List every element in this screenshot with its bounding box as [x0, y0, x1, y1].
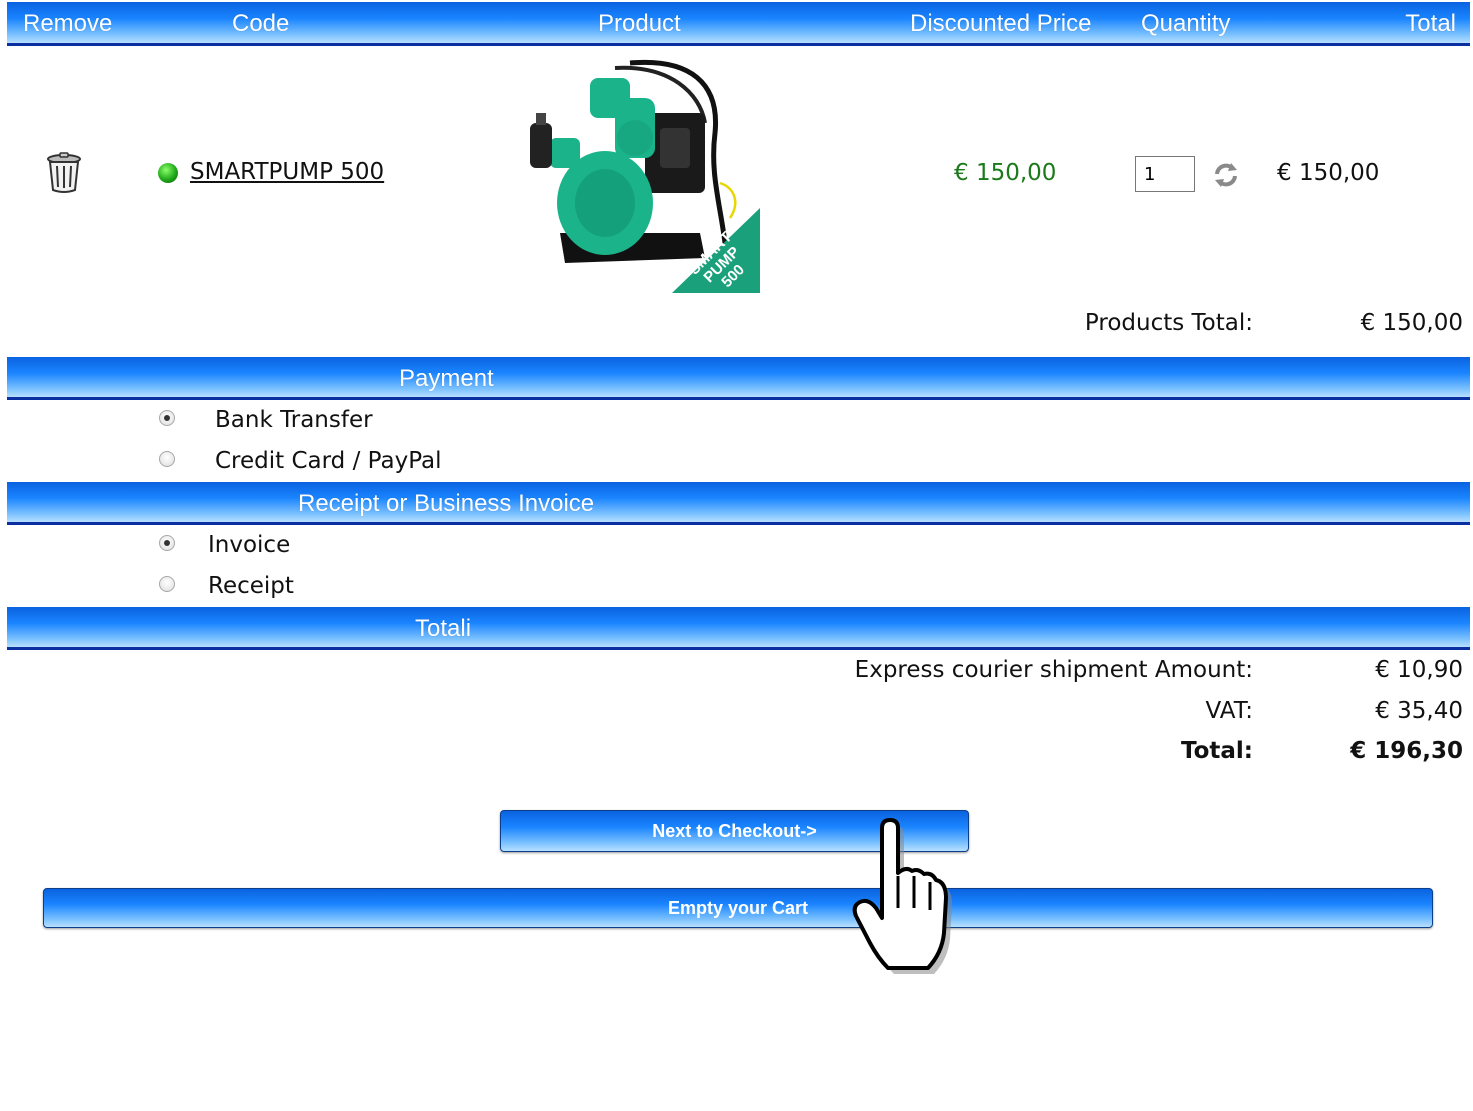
products-total-value: € 150,00 — [1360, 310, 1463, 336]
header-discounted-price: Discounted Price — [910, 10, 1092, 37]
grand-total-value: € 196,30 — [1350, 738, 1463, 764]
receipt-section-bar: Receipt or Business Invoice — [7, 482, 1470, 525]
grand-total-label: Total: — [1180, 738, 1253, 764]
product-image[interactable]: SMART PUMP 500 — [520, 53, 760, 293]
bank-transfer-radio[interactable] — [159, 410, 175, 426]
discounted-price: € 150,00 — [954, 160, 1057, 186]
trash-icon[interactable] — [46, 152, 82, 194]
payment-section-bar: Payment — [7, 357, 1470, 400]
empty-cart-button[interactable]: Empty your Cart — [43, 888, 1433, 928]
receipt-title: Receipt or Business Invoice — [298, 490, 595, 517]
bank-transfer-label[interactable]: Bank Transfer — [215, 407, 373, 433]
hand-pointer-icon — [848, 818, 960, 983]
shipment-value: € 10,90 — [1375, 657, 1463, 683]
shipment-label: Express courier shipment Amount: — [854, 657, 1253, 683]
invoice-radio[interactable] — [159, 535, 175, 551]
cart-header-bar: Remove Code Product Discounted Price Qua… — [7, 2, 1470, 46]
refresh-icon[interactable] — [1212, 161, 1240, 189]
totals-section-bar: Totali — [7, 607, 1470, 650]
quantity-input[interactable] — [1135, 156, 1195, 192]
item-total: € 150,00 — [1277, 160, 1380, 186]
payment-title: Payment — [399, 365, 494, 392]
header-total: Total — [1405, 10, 1456, 37]
receipt-radio[interactable] — [159, 576, 175, 592]
header-quantity: Quantity — [1141, 10, 1231, 37]
header-product: Product — [598, 10, 681, 37]
vat-label: VAT: — [1205, 698, 1253, 724]
green-dot-icon — [158, 163, 178, 183]
products-total-label: Products Total: — [1084, 310, 1253, 336]
header-code: Code — [232, 10, 290, 37]
vat-value: € 35,40 — [1375, 698, 1463, 724]
credit-card-paypal-label[interactable]: Credit Card / PayPal — [215, 448, 442, 474]
invoice-label[interactable]: Invoice — [208, 532, 290, 558]
credit-card-paypal-radio[interactable] — [159, 451, 175, 467]
header-remove: Remove — [23, 10, 113, 37]
product-code-link[interactable]: SMARTPUMP 500 — [190, 159, 384, 185]
totals-title: Totali — [415, 615, 472, 642]
receipt-label[interactable]: Receipt — [208, 573, 294, 599]
